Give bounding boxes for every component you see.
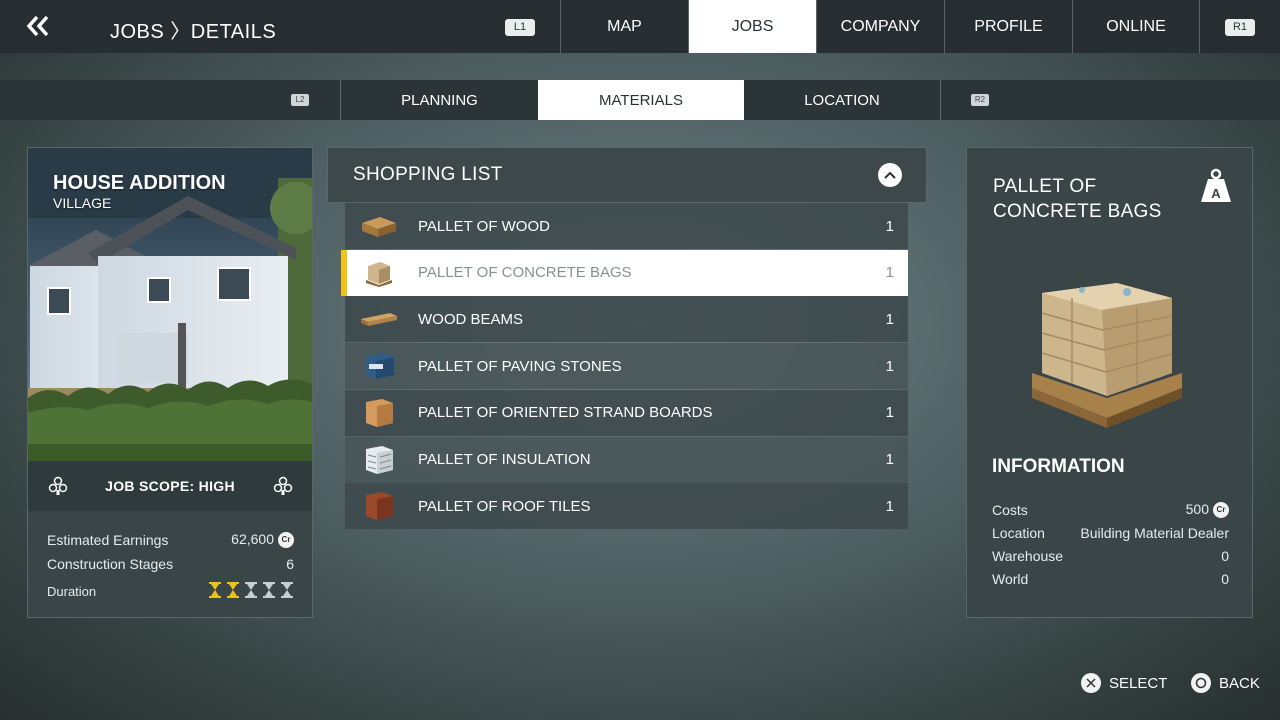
hourglass-icon [226, 582, 240, 601]
concrete-bags-icon [360, 258, 398, 288]
list-item-quantity: 1 [885, 357, 894, 375]
stat-construction-stages: Construction Stages 6 [47, 556, 294, 572]
r2-button-hint[interactable]: R2 [971, 94, 989, 106]
selection-marker [341, 250, 347, 296]
collapse-chevron-up-icon[interactable] [878, 163, 902, 187]
insulation-pallet-icon [360, 445, 398, 475]
job-card: HOUSE ADDITION VILLAGE JOB SCOPE: HIGH E… [27, 147, 313, 618]
credits-icon: Cr [278, 532, 294, 549]
info-label: Location [992, 525, 1045, 541]
subtab-location[interactable]: LOCATION [744, 80, 940, 120]
wood-pallet-icon [360, 211, 398, 241]
list-item-label: PALLET OF CONCRETE BAGS [418, 264, 632, 282]
stat-duration: Duration [47, 582, 294, 601]
l1-button-hint[interactable]: L1 [505, 19, 535, 36]
hourglass-icon [280, 582, 294, 601]
divider [940, 80, 941, 120]
material-detail-panel: PALLET OF CONCRETE BAGS A INFORMATION Co… [966, 147, 1253, 618]
list-item[interactable]: PALLET OF INSULATION 1 [345, 436, 908, 483]
l2-button-hint[interactable]: L2 [291, 94, 309, 106]
back-label: BACK [1219, 674, 1260, 692]
job-scope-bar: JOB SCOPE: HIGH [28, 461, 312, 511]
scope-increase-icon[interactable] [273, 476, 293, 496]
cross-button-icon [1081, 673, 1101, 693]
shopping-list-header[interactable]: SHOPPING LIST [327, 147, 927, 203]
top-nav-bar: JOBS 〉DETAILS L1 MAP JOBS COMPANY PROFIL… [0, 0, 1280, 53]
shopping-list-title: SHOPPING LIST [353, 164, 503, 185]
list-item-quantity: 1 [885, 310, 894, 328]
tab-map[interactable]: MAP [560, 0, 688, 53]
list-item[interactable]: PALLET OF CONCRETE BAGS 1 [345, 249, 908, 296]
stat-estimated-earnings: Estimated Earnings 62,600 Cr [47, 531, 294, 549]
circle-button-icon [1191, 673, 1211, 693]
info-label: Costs [992, 501, 1028, 518]
information-heading: INFORMATION [992, 456, 1125, 477]
list-item-label: PALLET OF PAVING STONES [418, 357, 622, 375]
tab-online[interactable]: ONLINE [1072, 0, 1200, 53]
list-item-label: PALLET OF ORIENTED STRAND BOARDS [418, 404, 713, 422]
tab-company[interactable]: COMPANY [816, 0, 944, 53]
back-button[interactable]: BACK [1191, 672, 1260, 694]
info-value: 0 [1221, 571, 1229, 587]
list-item-quantity: 1 [885, 217, 894, 235]
roof-tiles-icon [360, 491, 398, 521]
list-item-label: PALLET OF WOOD [418, 217, 550, 235]
job-location: VILLAGE [53, 195, 112, 211]
list-item-label: WOOD BEAMS [418, 310, 524, 328]
info-value: 0 [1221, 548, 1229, 564]
subtab-planning[interactable]: PLANNING [341, 80, 538, 120]
list-item-quantity: 1 [885, 264, 894, 282]
tab-profile[interactable]: PROFILE [944, 0, 1072, 53]
concrete-bags-image [1022, 278, 1192, 438]
hourglass-icon [262, 582, 276, 601]
breadcrumb: JOBS 〉DETAILS [110, 21, 277, 43]
stat-value: 62,600 Cr [231, 531, 294, 549]
hourglass-icon [244, 582, 258, 601]
stat-label: Construction Stages [47, 556, 174, 572]
list-item[interactable]: PALLET OF ROOF TILES 1 [345, 483, 908, 530]
stat-value: 6 [286, 556, 294, 572]
list-item-quantity: 1 [885, 404, 894, 422]
select-label: SELECT [1109, 674, 1168, 692]
info-row-warehouse: Warehouse 0 [992, 548, 1229, 564]
info-row-costs: Costs 500 Cr [992, 501, 1229, 519]
list-item[interactable]: PALLET OF WOOD 1 [345, 203, 908, 249]
hourglass-icon [208, 582, 222, 601]
list-item-quantity: 1 [885, 451, 894, 468]
stat-label: Duration [47, 584, 97, 599]
wood-beams-icon [360, 304, 398, 334]
weight-class-icon: A [1198, 168, 1234, 204]
info-row-world: World 0 [992, 571, 1229, 587]
job-scope-label: JOB SCOPE: HIGH [105, 478, 235, 494]
scope-decrease-icon[interactable] [48, 476, 68, 496]
duration-rating [208, 582, 294, 601]
info-label: Warehouse [992, 548, 1064, 564]
paving-stones-icon [360, 351, 398, 381]
credits-icon: Cr [1213, 502, 1229, 519]
subtab-materials[interactable]: MATERIALS [538, 80, 744, 120]
r1-button-hint[interactable]: R1 [1225, 19, 1255, 36]
back-double-chevron-icon[interactable] [24, 10, 52, 42]
osb-pallet-icon [360, 398, 398, 428]
job-house-image: HOUSE ADDITION VILLAGE [28, 148, 312, 461]
info-row-location: Location Building Material Dealer [992, 525, 1229, 541]
list-item[interactable]: PALLET OF PAVING STONES 1 [345, 343, 908, 390]
list-item[interactable]: PALLET OF ORIENTED STRAND BOARDS 1 [345, 389, 908, 436]
list-item[interactable]: WOOD BEAMS 1 [345, 296, 908, 343]
tab-jobs[interactable]: JOBS [688, 0, 816, 53]
stat-label: Estimated Earnings [47, 531, 169, 548]
material-title: PALLET OF CONCRETE BAGS [993, 176, 1162, 222]
svg-text:A: A [1211, 186, 1221, 201]
list-item-label: PALLET OF ROOF TILES [418, 497, 591, 515]
info-value: Building Material Dealer [1080, 525, 1229, 541]
select-button[interactable]: SELECT [1081, 672, 1167, 694]
sub-nav-bar: L2 PLANNING MATERIALS LOCATION R2 [0, 80, 1280, 120]
list-item-label: PALLET OF INSULATION [418, 451, 591, 468]
info-value: 500 Cr [1186, 501, 1229, 519]
job-title: HOUSE ADDITION [53, 172, 226, 194]
list-item-quantity: 1 [885, 497, 894, 515]
info-label: World [992, 571, 1029, 587]
